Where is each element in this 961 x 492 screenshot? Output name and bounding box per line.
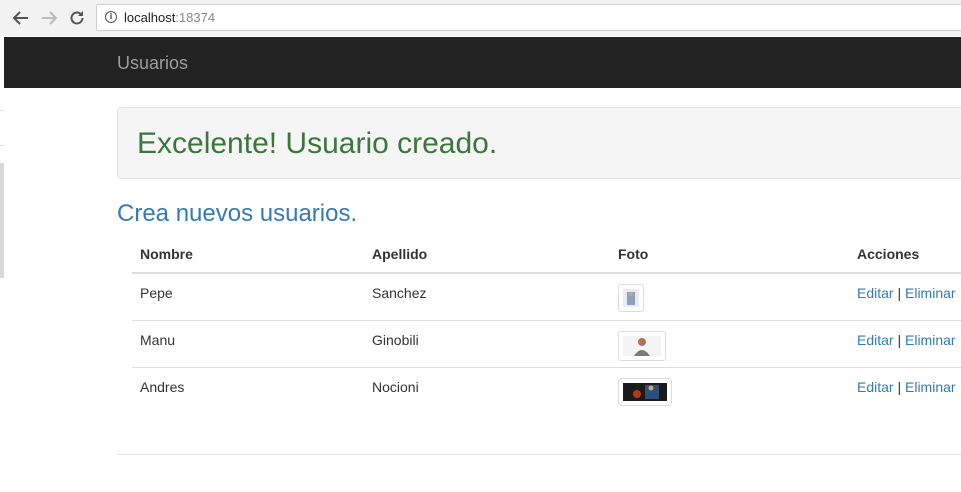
delete-link[interactable]: Eliminar xyxy=(905,379,956,395)
apellido-text: Nocioni xyxy=(372,379,419,395)
edit-link[interactable]: Editar xyxy=(857,285,894,301)
background-window-divider xyxy=(0,145,4,146)
action-separator: | xyxy=(897,379,902,395)
cell-foto xyxy=(610,273,849,321)
background-window-scrollbar xyxy=(0,163,4,278)
browser-toolbar: i localhost:18374 xyxy=(0,0,961,36)
cell-acciones: Editar | Eliminar xyxy=(849,368,961,415)
action-separator: | xyxy=(897,332,902,348)
navbar: Usuarios xyxy=(4,37,961,88)
cell-nombre: Andres xyxy=(132,368,364,415)
header-foto: Foto xyxy=(610,236,849,274)
cell-acciones: Editar | Eliminar xyxy=(849,273,961,321)
navbar-brand[interactable]: Usuarios xyxy=(117,52,188,74)
users-table: Nombre Apellido Foto Acciones Pepe Sanch… xyxy=(132,236,961,414)
user-photo[interactable] xyxy=(618,378,672,406)
cell-apellido: Ginobili xyxy=(364,320,610,368)
header-apellido: Apellido xyxy=(364,236,610,274)
arrow-left-icon xyxy=(12,11,28,25)
cell-acciones: Editar | Eliminar xyxy=(849,320,961,368)
photo-thumbnail xyxy=(623,336,661,356)
delete-link[interactable]: Eliminar xyxy=(905,332,956,348)
url-host: localhost xyxy=(124,10,176,25)
cell-apellido: Nocioni xyxy=(364,368,610,415)
cell-apellido: Sanchez xyxy=(364,273,610,321)
cell-nombre: Manu xyxy=(132,320,364,368)
nombre-text: Andres xyxy=(140,379,185,395)
header-acciones: Acciones xyxy=(849,236,961,274)
table-header-row: Nombre Apellido Foto Acciones xyxy=(132,236,961,274)
edit-link[interactable]: Editar xyxy=(857,332,894,348)
table-row: Pepe Sanchez Editar | Eliminar xyxy=(132,273,961,321)
cell-foto xyxy=(610,320,849,368)
nombre-text: Pepe xyxy=(140,285,173,301)
footer-divider xyxy=(117,454,961,455)
forward-button[interactable] xyxy=(40,9,58,27)
photo-thumbnail xyxy=(623,289,639,307)
user-photo[interactable] xyxy=(618,284,644,312)
info-icon[interactable]: i xyxy=(105,11,117,23)
create-user-link[interactable]: Crea nuevos usuarios. xyxy=(117,200,357,228)
photo-thumbnail xyxy=(623,383,667,401)
cell-foto xyxy=(610,368,849,415)
delete-link[interactable]: Eliminar xyxy=(905,285,956,301)
back-button[interactable] xyxy=(12,9,30,27)
url-text: localhost:18374 xyxy=(124,10,215,26)
apellido-text: Sanchez xyxy=(372,285,427,301)
apellido-text: Ginobili xyxy=(372,332,419,348)
address-bar[interactable]: i localhost:18374 xyxy=(96,4,961,31)
nombre-text: Manu xyxy=(140,332,176,348)
table-row: Andres Nocioni Editar | Eliminar xyxy=(132,368,961,415)
user-photo[interactable] xyxy=(618,331,666,361)
reload-button[interactable] xyxy=(68,9,86,27)
url-port: :18374 xyxy=(175,10,216,25)
success-message: Excelente! Usuario creado. xyxy=(137,127,498,160)
header-nombre: Nombre xyxy=(132,236,364,274)
action-separator: | xyxy=(897,285,902,301)
success-alert: Excelente! Usuario creado. xyxy=(117,107,961,179)
cell-nombre: Pepe xyxy=(132,273,364,321)
edit-link[interactable]: Editar xyxy=(857,379,894,395)
arrow-right-icon xyxy=(42,11,58,25)
background-window-divider xyxy=(0,110,4,111)
table-row: Manu Ginobili Editar | Eliminar xyxy=(132,320,961,368)
reload-icon xyxy=(70,11,84,25)
